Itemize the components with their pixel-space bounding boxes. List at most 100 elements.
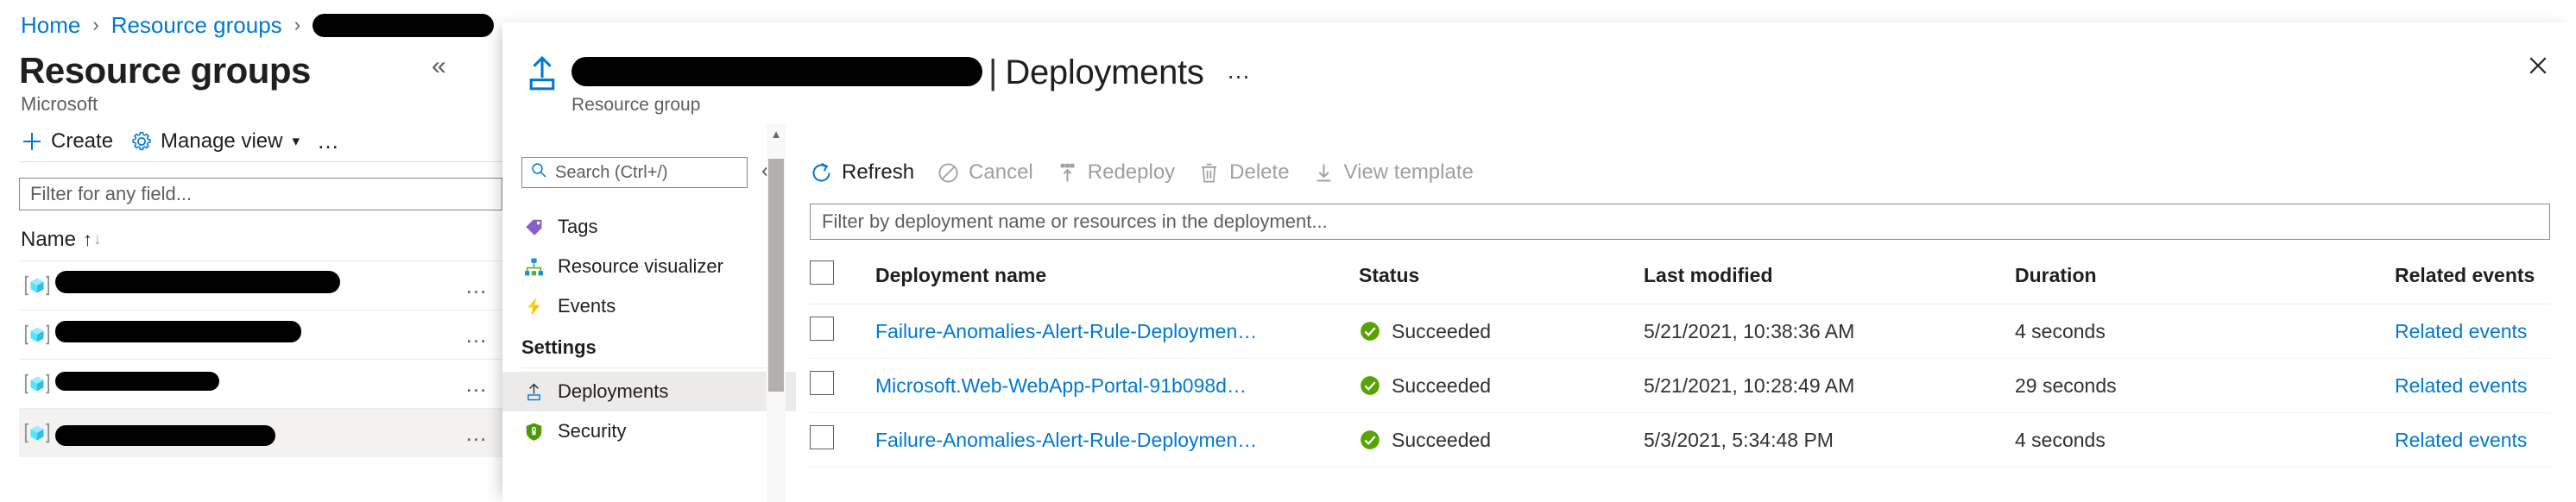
column-header-deployment-name[interactable]: Deployment name — [875, 255, 1359, 304]
manage-view-button[interactable]: Manage view ▾ — [130, 129, 300, 154]
sidebar-item-security[interactable]: Security — [502, 411, 796, 451]
row-select-cell — [810, 412, 875, 467]
column-header-status[interactable]: Status — [1359, 255, 1644, 304]
resource-group-name-redacted[interactable] — [55, 271, 452, 300]
deployments-panel: | Deployments … Resource group Search (C… — [502, 22, 2576, 502]
delete-button: Delete — [1197, 160, 1290, 185]
table-row[interactable]: Microsoft.Web-WebApp-Portal-91b098d… Suc… — [810, 358, 2550, 413]
create-button-label: Create — [51, 129, 114, 153]
sort-arrows-icon: ↑ ↓ — [83, 230, 102, 249]
breadcrumb-separator-icon: › — [294, 14, 301, 35]
table-row[interactable]: … — [19, 360, 502, 408]
search-input[interactable]: Search (Ctrl+/) — [521, 157, 748, 188]
resource-group-name-redacted[interactable] — [55, 369, 452, 398]
more-commands-button[interactable]: … — [317, 128, 341, 154]
deployments-filter-input[interactable]: Filter by deployment name or resources i… — [810, 204, 2550, 240]
select-all-checkbox[interactable] — [810, 260, 834, 285]
view-template-button-label: View template — [1343, 160, 1474, 184]
sidebar-item-resource-visualizer[interactable]: Resource visualizer — [502, 247, 796, 286]
column-header-name[interactable]: Name ↑ ↓ — [21, 228, 102, 252]
redeploy-button-label: Redeploy — [1087, 160, 1176, 184]
scroll-up-icon[interactable]: ▲ — [767, 124, 786, 143]
resource-groups-command-bar: Create Manage view ▾ … — [21, 128, 341, 154]
resource-group-name-redacted[interactable] — [55, 418, 452, 448]
title-separator: | — [988, 53, 998, 91]
duration-cell: 29 seconds — [2015, 358, 2395, 413]
collapse-blade-icon[interactable]: « — [432, 53, 446, 79]
delete-button-label: Delete — [1229, 160, 1290, 184]
sidebar-item-deployments[interactable]: Deployments — [502, 372, 796, 411]
duration-cell: 4 seconds — [2015, 304, 2395, 359]
table-row[interactable]: Failure-Anomalies-Alert-Rule-Deploymen… … — [810, 412, 2550, 467]
related-events-link[interactable]: Related events — [2395, 374, 2527, 397]
table-row[interactable]: … — [19, 311, 502, 359]
row-context-menu-button[interactable]: … — [452, 273, 502, 299]
nav-divider — [521, 367, 780, 368]
breadcrumb-home[interactable]: Home — [21, 12, 80, 38]
cancel-icon — [937, 161, 960, 185]
breadcrumb-current-redacted[interactable] — [313, 13, 495, 37]
refresh-icon — [810, 161, 833, 185]
last-modified-cell: 5/21/2021, 10:28:49 AM — [1644, 358, 2015, 413]
deployments-filter-placeholder: Filter by deployment name or resources i… — [822, 210, 1328, 232]
download-icon — [1312, 161, 1335, 185]
table-header-row: Deployment name Status Last modified Dur… — [810, 255, 2550, 304]
sort-ascending-icon: ↑ — [83, 229, 93, 250]
panel-header: | Deployments … Resource group — [502, 22, 2576, 124]
table-row[interactable]: … — [19, 409, 502, 457]
trash-icon — [1197, 161, 1221, 185]
sidebar-item-label: Deployments — [558, 380, 669, 402]
close-icon[interactable] — [2521, 48, 2555, 83]
scrollbar-thumb[interactable] — [768, 159, 784, 392]
row-checkbox[interactable] — [810, 371, 834, 395]
resource-group-deployment-icon — [522, 53, 562, 97]
status-label: Succeeded — [1392, 428, 1492, 451]
deployments-command-bar: Refresh Cancel Redeploy Delete View temp… — [810, 160, 1474, 185]
breadcrumb: Home › Resource groups › — [21, 12, 495, 38]
redeploy-icon — [1056, 161, 1079, 185]
panel-more-button[interactable]: … — [1227, 57, 1253, 85]
row-select-cell — [810, 358, 875, 413]
deployments-content: Refresh Cancel Redeploy Delete View temp… — [796, 124, 2576, 502]
refresh-button[interactable]: Refresh — [810, 160, 914, 185]
last-modified-cell: 5/21/2021, 10:38:36 AM — [1644, 304, 2015, 359]
create-button[interactable]: Create — [21, 129, 113, 154]
resource-groups-filter-input[interactable]: Filter for any field... — [19, 178, 502, 210]
column-header-last-modified[interactable]: Last modified — [1644, 255, 2015, 304]
deployment-name-link[interactable]: Failure-Anomalies-Alert-Rule-Deploymen… — [875, 320, 1257, 342]
success-check-icon — [1359, 374, 1381, 397]
sidebar-item-label: Resource visualizer — [558, 255, 723, 277]
row-context-menu-button[interactable]: … — [452, 420, 502, 447]
related-events-cell: Related events — [2395, 412, 2550, 467]
success-check-icon — [1359, 320, 1381, 342]
breadcrumb-resource-groups[interactable]: Resource groups — [111, 12, 282, 38]
deployment-name-link[interactable]: Microsoft.Web-WebApp-Portal-91b098d… — [875, 374, 1247, 397]
column-header-related-events[interactable]: Related events — [2395, 255, 2550, 304]
row-checkbox[interactable] — [810, 425, 834, 449]
panel-title-row: | Deployments … — [571, 53, 1253, 92]
table-row[interactable]: Failure-Anomalies-Alert-Rule-Deploymen… … — [810, 304, 2550, 359]
related-events-link[interactable]: Related events — [2395, 320, 2527, 342]
nav-list: Tags Resource visualizer Events Settings… — [502, 207, 796, 451]
row-context-menu-button[interactable]: … — [452, 322, 502, 348]
sidebar-item-label: Tags — [558, 216, 598, 237]
table-row[interactable]: … — [19, 261, 502, 310]
row-context-menu-button[interactable]: … — [452, 371, 502, 398]
related-events-link[interactable]: Related events — [2395, 429, 2527, 451]
sidebar-item-events[interactable]: Events — [502, 286, 796, 326]
deployment-name-cell: Failure-Anomalies-Alert-Rule-Deploymen… — [875, 304, 1359, 359]
nav-scrollbar[interactable]: ▲ — [767, 124, 786, 502]
tag-icon — [521, 216, 546, 238]
cancel-button-label: Cancel — [969, 160, 1033, 184]
command-bar-divider — [19, 161, 502, 162]
resource-groups-filter-placeholder: Filter for any field... — [30, 183, 193, 204]
resource-group-name-redacted[interactable] — [55, 320, 452, 349]
resource-group-cube-icon — [19, 371, 55, 397]
row-checkbox[interactable] — [810, 317, 834, 341]
sidebar-item-tags[interactable]: Tags — [502, 207, 796, 247]
nav-group-settings: Settings — [521, 336, 597, 358]
status-cell-wrap: Succeeded — [1359, 358, 1644, 413]
manage-view-button-label: Manage view — [161, 129, 283, 153]
deployment-name-link[interactable]: Failure-Anomalies-Alert-Rule-Deploymen… — [875, 429, 1257, 451]
column-header-duration[interactable]: Duration — [2015, 255, 2395, 304]
